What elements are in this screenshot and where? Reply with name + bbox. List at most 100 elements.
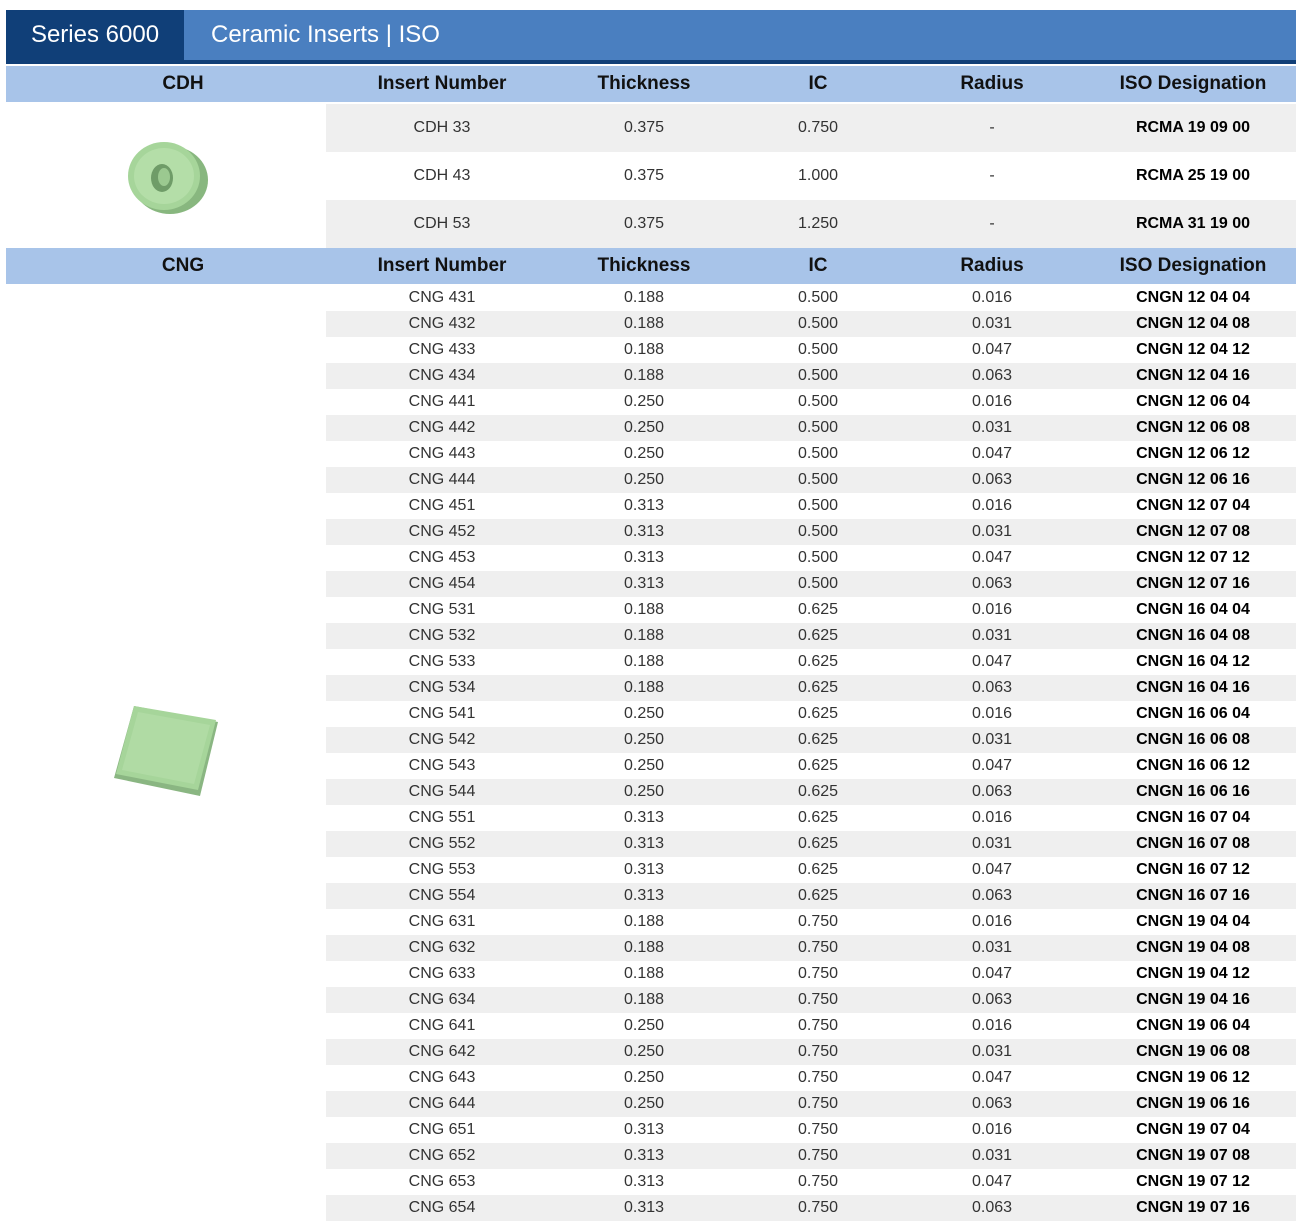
thickness-cell: 0.250 xyxy=(623,419,665,436)
iso-designation-cell: CNGN 16 04 04 xyxy=(1136,601,1250,618)
radius-cell: 0.063 xyxy=(971,887,1013,904)
radius-cell: 0.063 xyxy=(971,1199,1013,1216)
radius-cell: 0.016 xyxy=(971,289,1013,306)
radius-cell: 0.016 xyxy=(971,601,1013,618)
thickness-cell: 0.250 xyxy=(623,393,665,410)
thickness-cell: 0.188 xyxy=(623,965,665,982)
insert-number-cell: CNG 431 xyxy=(408,289,476,306)
insert-number-cell: CNG 541 xyxy=(408,705,476,722)
insert-number-cell: CNG 433 xyxy=(408,341,476,358)
table-row: CNG 431 0.188 0.500 0.016 CNGN 12 04 04 xyxy=(326,285,1296,311)
column-header-insert-number: Insert Number xyxy=(377,73,507,94)
table-row: CNG 643 0.250 0.750 0.047 CNGN 19 06 12 xyxy=(326,1065,1296,1091)
thickness-cell: 0.188 xyxy=(623,341,665,358)
group-label: CNG xyxy=(161,255,205,276)
table-row: CNG 543 0.250 0.625 0.047 CNGN 16 06 12 xyxy=(326,753,1296,779)
radius-cell: 0.016 xyxy=(971,913,1013,930)
thickness-cell: 0.250 xyxy=(623,1095,665,1112)
table-row: CNG 631 0.188 0.750 0.016 CNGN 19 04 04 xyxy=(326,909,1296,935)
ic-cell: 0.750 xyxy=(797,965,839,982)
ic-cell: 0.750 xyxy=(797,1199,839,1216)
radius-cell: 0.047 xyxy=(971,861,1013,878)
iso-designation-cell: CNGN 16 04 16 xyxy=(1136,679,1250,696)
insert-number-cell: CNG 443 xyxy=(408,445,476,462)
series-label: Series 6000 xyxy=(6,10,184,60)
round-ceramic-insert-icon xyxy=(128,142,208,214)
iso-designation-cell: CNGN 12 06 12 xyxy=(1136,445,1250,462)
table-row: CNG 533 0.188 0.625 0.047 CNGN 16 04 12 xyxy=(326,649,1296,675)
radius-cell: 0.047 xyxy=(971,341,1013,358)
insert-number-cell: CNG 643 xyxy=(408,1069,476,1086)
group-label: CDH xyxy=(162,73,204,94)
ic-cell: 0.750 xyxy=(797,1069,839,1086)
thickness-cell: 0.313 xyxy=(623,1147,665,1164)
insert-number-cell: CNG 551 xyxy=(408,809,476,826)
ic-cell: 0.625 xyxy=(797,809,839,826)
table-row: CNG 644 0.250 0.750 0.063 CNGN 19 06 16 xyxy=(326,1091,1296,1117)
iso-designation-cell: CNGN 12 07 16 xyxy=(1136,575,1250,592)
ic-cell: 0.500 xyxy=(797,419,839,436)
section-header-cng: CNG Insert Number Thickness IC Radius IS… xyxy=(6,248,1296,284)
table-row: CNG 654 0.313 0.750 0.063 CNGN 19 07 16 xyxy=(326,1195,1296,1221)
ic-cell: 0.500 xyxy=(797,523,839,540)
ic-cell: 0.625 xyxy=(797,601,839,618)
insert-number-cell: CNG 441 xyxy=(408,393,476,410)
iso-designation-cell: CNGN 16 06 04 xyxy=(1136,705,1250,722)
table-row: CNG 454 0.313 0.500 0.063 CNGN 12 07 16 xyxy=(326,571,1296,597)
title-underline xyxy=(6,60,1296,64)
table-row: CDH 43 0.375 1.000 - RCMA 25 19 00 xyxy=(326,152,1296,200)
insert-number-cell: CNG 531 xyxy=(408,601,476,618)
radius-cell: 0.016 xyxy=(971,1121,1013,1138)
insert-number-cell: CDH 43 xyxy=(413,167,471,184)
table-row: CNG 452 0.313 0.500 0.031 CNGN 12 07 08 xyxy=(326,519,1296,545)
ic-cell: 0.625 xyxy=(797,757,839,774)
iso-designation-cell: CNGN 19 07 12 xyxy=(1136,1173,1250,1190)
insert-number-cell: CNG 554 xyxy=(408,887,476,904)
insert-number-cell: CNG 534 xyxy=(408,679,476,696)
ic-cell: 0.500 xyxy=(797,471,839,488)
radius-cell: 0.031 xyxy=(971,939,1013,956)
table-row: CNG 632 0.188 0.750 0.031 CNGN 19 04 08 xyxy=(326,935,1296,961)
table-row: CNG 443 0.250 0.500 0.047 CNGN 12 06 12 xyxy=(326,441,1296,467)
radius-cell: 0.047 xyxy=(971,1173,1013,1190)
insert-number-cell: CNG 452 xyxy=(408,523,476,540)
column-header-ic: IC xyxy=(808,255,828,276)
thickness-cell: 0.250 xyxy=(623,757,665,774)
insert-number-cell: CNG 654 xyxy=(408,1199,476,1216)
thickness-cell: 0.313 xyxy=(623,575,665,592)
thickness-cell: 0.313 xyxy=(623,523,665,540)
thickness-cell: 0.188 xyxy=(623,913,665,930)
radius-cell: 0.031 xyxy=(971,1147,1013,1164)
table-row: CNG 641 0.250 0.750 0.016 CNGN 19 06 04 xyxy=(326,1013,1296,1039)
ic-cell: 0.625 xyxy=(797,627,839,644)
insert-number-cell: CDH 33 xyxy=(413,119,471,136)
iso-designation-cell: CNGN 19 06 08 xyxy=(1136,1043,1250,1060)
column-header-ic: IC xyxy=(808,73,828,94)
radius-cell: 0.031 xyxy=(971,315,1013,332)
iso-designation-cell: CNGN 19 07 08 xyxy=(1136,1147,1250,1164)
ic-cell: 0.625 xyxy=(797,653,839,670)
iso-designation-cell: CNGN 16 07 08 xyxy=(1136,835,1250,852)
iso-designation-cell: CNGN 19 07 16 xyxy=(1136,1199,1250,1216)
insert-number-cell: CNG 453 xyxy=(408,549,476,566)
thickness-cell: 0.250 xyxy=(623,1069,665,1086)
thickness-cell: 0.188 xyxy=(623,315,665,332)
radius-cell: 0.031 xyxy=(971,1043,1013,1060)
radius-cell: 0.063 xyxy=(971,575,1013,592)
iso-designation-cell: CNGN 16 06 08 xyxy=(1136,731,1250,748)
insert-number-cell: CDH 53 xyxy=(413,215,471,232)
radius-cell: 0.063 xyxy=(971,1095,1013,1112)
ic-cell: 0.625 xyxy=(797,835,839,852)
iso-designation-cell: CNGN 19 06 12 xyxy=(1136,1069,1250,1086)
iso-designation-cell: CNGN 12 07 04 xyxy=(1136,497,1250,514)
ic-cell: 1.000 xyxy=(797,167,839,184)
radius-cell: 0.063 xyxy=(971,783,1013,800)
table-row: CNG 542 0.250 0.625 0.031 CNGN 16 06 08 xyxy=(326,727,1296,753)
iso-designation-cell: CNGN 19 04 16 xyxy=(1136,991,1250,1008)
table-row: CNG 434 0.188 0.500 0.063 CNGN 12 04 16 xyxy=(326,363,1296,389)
table-row: CNG 544 0.250 0.625 0.063 CNGN 16 06 16 xyxy=(326,779,1296,805)
radius-cell: - xyxy=(989,167,995,184)
radius-cell: 0.063 xyxy=(971,367,1013,384)
radius-cell: 0.047 xyxy=(971,445,1013,462)
insert-number-cell: CNG 544 xyxy=(408,783,476,800)
